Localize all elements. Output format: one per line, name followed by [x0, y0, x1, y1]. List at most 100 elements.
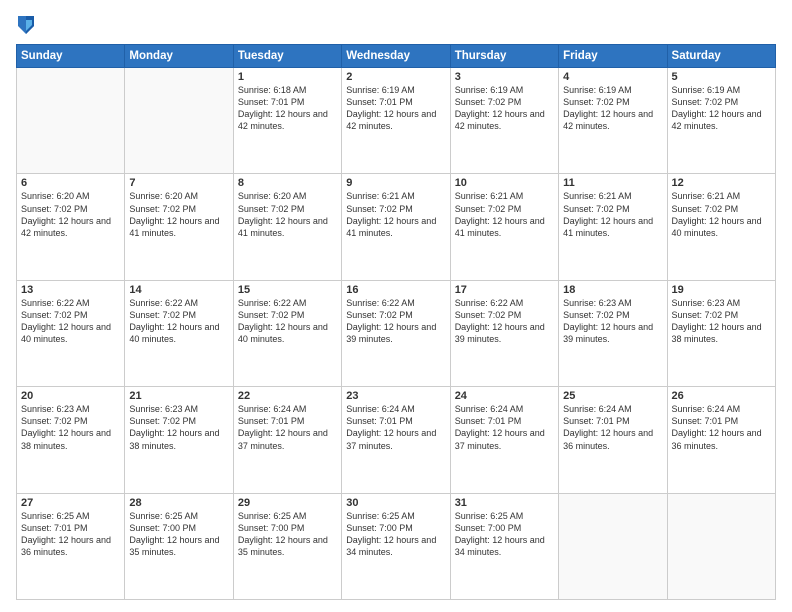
day-cell: 27Sunrise: 6:25 AM Sunset: 7:01 PM Dayli… — [17, 493, 125, 599]
column-header-tuesday: Tuesday — [233, 45, 341, 68]
day-cell: 3Sunrise: 6:19 AM Sunset: 7:02 PM Daylig… — [450, 68, 558, 174]
calendar-body: 1Sunrise: 6:18 AM Sunset: 7:01 PM Daylig… — [17, 68, 776, 600]
column-header-monday: Monday — [125, 45, 233, 68]
day-number: 6 — [21, 177, 120, 189]
calendar-header: SundayMondayTuesdayWednesdayThursdayFrid… — [17, 45, 776, 68]
day-number: 1 — [238, 71, 337, 83]
day-info: Sunrise: 6:24 AM Sunset: 7:01 PM Dayligh… — [563, 403, 662, 452]
day-cell: 30Sunrise: 6:25 AM Sunset: 7:00 PM Dayli… — [342, 493, 450, 599]
day-number: 20 — [21, 390, 120, 402]
day-info: Sunrise: 6:21 AM Sunset: 7:02 PM Dayligh… — [455, 190, 554, 239]
day-cell: 24Sunrise: 6:24 AM Sunset: 7:01 PM Dayli… — [450, 387, 558, 493]
day-number: 13 — [21, 284, 120, 296]
day-cell: 14Sunrise: 6:22 AM Sunset: 7:02 PM Dayli… — [125, 280, 233, 386]
day-number: 2 — [346, 71, 445, 83]
day-info: Sunrise: 6:20 AM Sunset: 7:02 PM Dayligh… — [238, 190, 337, 239]
day-cell: 19Sunrise: 6:23 AM Sunset: 7:02 PM Dayli… — [667, 280, 775, 386]
column-header-friday: Friday — [559, 45, 667, 68]
header — [16, 12, 776, 36]
day-cell: 12Sunrise: 6:21 AM Sunset: 7:02 PM Dayli… — [667, 174, 775, 280]
column-header-sunday: Sunday — [17, 45, 125, 68]
week-row-1: 1Sunrise: 6:18 AM Sunset: 7:01 PM Daylig… — [17, 68, 776, 174]
day-number: 27 — [21, 497, 120, 509]
day-info: Sunrise: 6:24 AM Sunset: 7:01 PM Dayligh… — [672, 403, 771, 452]
day-cell: 5Sunrise: 6:19 AM Sunset: 7:02 PM Daylig… — [667, 68, 775, 174]
day-info: Sunrise: 6:19 AM Sunset: 7:02 PM Dayligh… — [672, 84, 771, 133]
day-number: 17 — [455, 284, 554, 296]
day-cell: 28Sunrise: 6:25 AM Sunset: 7:00 PM Dayli… — [125, 493, 233, 599]
day-cell — [559, 493, 667, 599]
day-cell: 29Sunrise: 6:25 AM Sunset: 7:00 PM Dayli… — [233, 493, 341, 599]
column-header-thursday: Thursday — [450, 45, 558, 68]
day-cell — [667, 493, 775, 599]
day-info: Sunrise: 6:22 AM Sunset: 7:02 PM Dayligh… — [238, 297, 337, 346]
day-number: 15 — [238, 284, 337, 296]
week-row-5: 27Sunrise: 6:25 AM Sunset: 7:01 PM Dayli… — [17, 493, 776, 599]
day-info: Sunrise: 6:23 AM Sunset: 7:02 PM Dayligh… — [129, 403, 228, 452]
day-number: 3 — [455, 71, 554, 83]
day-cell: 9Sunrise: 6:21 AM Sunset: 7:02 PM Daylig… — [342, 174, 450, 280]
day-number: 19 — [672, 284, 771, 296]
day-cell: 10Sunrise: 6:21 AM Sunset: 7:02 PM Dayli… — [450, 174, 558, 280]
day-cell: 25Sunrise: 6:24 AM Sunset: 7:01 PM Dayli… — [559, 387, 667, 493]
day-number: 12 — [672, 177, 771, 189]
logo-icon — [16, 12, 36, 36]
day-number: 18 — [563, 284, 662, 296]
day-number: 25 — [563, 390, 662, 402]
column-header-saturday: Saturday — [667, 45, 775, 68]
day-number: 24 — [455, 390, 554, 402]
day-cell: 22Sunrise: 6:24 AM Sunset: 7:01 PM Dayli… — [233, 387, 341, 493]
day-cell: 16Sunrise: 6:22 AM Sunset: 7:02 PM Dayli… — [342, 280, 450, 386]
day-cell: 4Sunrise: 6:19 AM Sunset: 7:02 PM Daylig… — [559, 68, 667, 174]
day-number: 21 — [129, 390, 228, 402]
week-row-2: 6Sunrise: 6:20 AM Sunset: 7:02 PM Daylig… — [17, 174, 776, 280]
day-number: 16 — [346, 284, 445, 296]
day-info: Sunrise: 6:25 AM Sunset: 7:00 PM Dayligh… — [346, 510, 445, 559]
day-cell: 13Sunrise: 6:22 AM Sunset: 7:02 PM Dayli… — [17, 280, 125, 386]
day-cell: 23Sunrise: 6:24 AM Sunset: 7:01 PM Dayli… — [342, 387, 450, 493]
day-cell: 7Sunrise: 6:20 AM Sunset: 7:02 PM Daylig… — [125, 174, 233, 280]
day-number: 4 — [563, 71, 662, 83]
day-number: 5 — [672, 71, 771, 83]
day-info: Sunrise: 6:19 AM Sunset: 7:02 PM Dayligh… — [563, 84, 662, 133]
day-number: 11 — [563, 177, 662, 189]
day-header-row: SundayMondayTuesdayWednesdayThursdayFrid… — [17, 45, 776, 68]
day-info: Sunrise: 6:24 AM Sunset: 7:01 PM Dayligh… — [346, 403, 445, 452]
day-info: Sunrise: 6:21 AM Sunset: 7:02 PM Dayligh… — [346, 190, 445, 239]
column-header-wednesday: Wednesday — [342, 45, 450, 68]
day-number: 8 — [238, 177, 337, 189]
day-info: Sunrise: 6:20 AM Sunset: 7:02 PM Dayligh… — [21, 190, 120, 239]
day-info: Sunrise: 6:22 AM Sunset: 7:02 PM Dayligh… — [21, 297, 120, 346]
day-cell: 6Sunrise: 6:20 AM Sunset: 7:02 PM Daylig… — [17, 174, 125, 280]
day-number: 22 — [238, 390, 337, 402]
day-number: 10 — [455, 177, 554, 189]
day-cell: 15Sunrise: 6:22 AM Sunset: 7:02 PM Dayli… — [233, 280, 341, 386]
day-number: 28 — [129, 497, 228, 509]
week-row-4: 20Sunrise: 6:23 AM Sunset: 7:02 PM Dayli… — [17, 387, 776, 493]
day-cell: 18Sunrise: 6:23 AM Sunset: 7:02 PM Dayli… — [559, 280, 667, 386]
day-number: 7 — [129, 177, 228, 189]
day-info: Sunrise: 6:20 AM Sunset: 7:02 PM Dayligh… — [129, 190, 228, 239]
day-info: Sunrise: 6:23 AM Sunset: 7:02 PM Dayligh… — [563, 297, 662, 346]
day-cell: 2Sunrise: 6:19 AM Sunset: 7:01 PM Daylig… — [342, 68, 450, 174]
day-info: Sunrise: 6:24 AM Sunset: 7:01 PM Dayligh… — [455, 403, 554, 452]
day-info: Sunrise: 6:23 AM Sunset: 7:02 PM Dayligh… — [21, 403, 120, 452]
day-cell: 21Sunrise: 6:23 AM Sunset: 7:02 PM Dayli… — [125, 387, 233, 493]
calendar-table: SundayMondayTuesdayWednesdayThursdayFrid… — [16, 44, 776, 600]
day-info: Sunrise: 6:22 AM Sunset: 7:02 PM Dayligh… — [455, 297, 554, 346]
day-number: 23 — [346, 390, 445, 402]
day-info: Sunrise: 6:22 AM Sunset: 7:02 PM Dayligh… — [129, 297, 228, 346]
day-number: 31 — [455, 497, 554, 509]
day-info: Sunrise: 6:25 AM Sunset: 7:00 PM Dayligh… — [238, 510, 337, 559]
day-number: 29 — [238, 497, 337, 509]
day-number: 14 — [129, 284, 228, 296]
day-info: Sunrise: 6:25 AM Sunset: 7:01 PM Dayligh… — [21, 510, 120, 559]
week-row-3: 13Sunrise: 6:22 AM Sunset: 7:02 PM Dayli… — [17, 280, 776, 386]
day-info: Sunrise: 6:23 AM Sunset: 7:02 PM Dayligh… — [672, 297, 771, 346]
day-cell — [17, 68, 125, 174]
day-cell: 8Sunrise: 6:20 AM Sunset: 7:02 PM Daylig… — [233, 174, 341, 280]
day-info: Sunrise: 6:25 AM Sunset: 7:00 PM Dayligh… — [455, 510, 554, 559]
day-number: 26 — [672, 390, 771, 402]
day-cell — [125, 68, 233, 174]
day-info: Sunrise: 6:24 AM Sunset: 7:01 PM Dayligh… — [238, 403, 337, 452]
